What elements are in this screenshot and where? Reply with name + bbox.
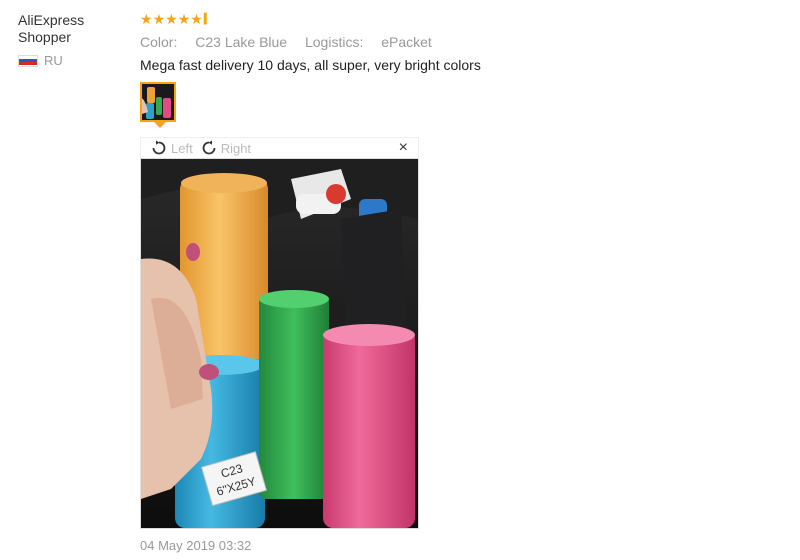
rotate-left-icon (152, 140, 166, 155)
review-text: Mega fast delivery 10 days, all super, v… (140, 57, 481, 73)
review-body: ★ ★ ★ ★ ★ ▍ Color: C23 Lake Blue Logisti… (140, 10, 780, 128)
viewer-toolbar: Left Right × (140, 137, 419, 158)
rotate-right-button[interactable]: Right (201, 140, 251, 156)
rotate-right-icon (202, 140, 216, 155)
partial-star-icon: ▍ (203, 13, 212, 25)
star-icon: ★ (177, 11, 191, 27)
close-icon[interactable]: × (399, 139, 408, 157)
author-country: RU (18, 53, 118, 68)
star-icon: ★ (190, 11, 203, 27)
thumbnail-selected-pointer (154, 122, 166, 128)
star-icon: ★ (140, 11, 153, 27)
review-author: AliExpress Shopper RU (18, 12, 118, 68)
star-icon: ★ (152, 11, 166, 27)
photo-viewer: Left Right × C23 6"X25Y (140, 137, 419, 529)
photo-thumbnails (140, 82, 180, 128)
order-attributes: Color: C23 Lake Blue Logistics: ePacket (140, 34, 780, 50)
color-attribute: Color: C23 Lake Blue (140, 34, 288, 50)
country-code: RU (44, 53, 63, 68)
star-icon: ★ (165, 11, 178, 27)
review-date: 04 May 2019 03:32 (140, 538, 252, 553)
star-rating: ★ ★ ★ ★ ★ ▍ (140, 10, 780, 28)
rotate-right-label: Right (220, 140, 252, 156)
review-photo-thumbnail[interactable] (140, 82, 176, 122)
thumbnail-image (142, 84, 174, 120)
rotate-left-button[interactable]: Left (151, 140, 193, 156)
rotate-left-label: Left (171, 140, 193, 156)
logistics-attribute: Logistics: ePacket (304, 34, 432, 50)
review-photo-image: C23 6"X25Y (141, 159, 418, 528)
author-name: AliExpress Shopper (18, 12, 85, 45)
russia-flag-icon (18, 54, 38, 67)
review-photo: C23 6"X25Y (140, 158, 419, 529)
